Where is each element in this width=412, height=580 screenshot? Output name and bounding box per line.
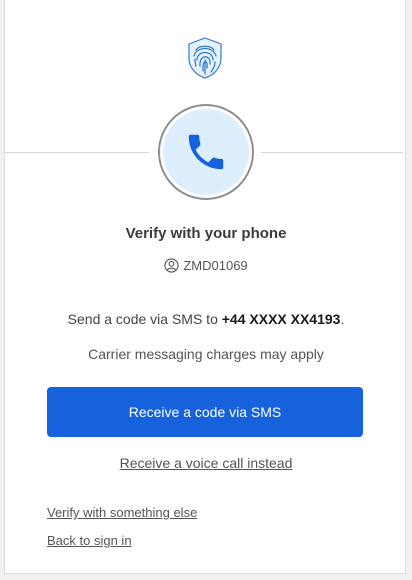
verification-card: Verify with your phone ZMD01069 Send a c…: [4, 0, 406, 574]
phone-icon: [163, 109, 249, 195]
back-to-sign-in-link[interactable]: Back to sign in: [47, 533, 132, 548]
receive-sms-code-button[interactable]: Receive a code via SMS: [47, 387, 363, 437]
send-instruction: Send a code via SMS to +44 XXXX XX4193.: [5, 311, 407, 327]
page-title: Verify with your phone: [125, 225, 287, 242]
phone-badge: [158, 104, 254, 200]
username-row: ZMD01069: [5, 258, 407, 276]
send-prefix: Send a code via SMS to: [67, 311, 222, 327]
user-icon: [164, 258, 179, 276]
divider-left: [5, 152, 149, 153]
send-suffix: .: [340, 311, 345, 327]
voice-call-row: Receive a voice call instead: [5, 455, 407, 471]
verify-with-something-else-link[interactable]: Verify with something else: [47, 505, 197, 520]
username: ZMD01069: [183, 258, 248, 273]
carrier-note: Carrier messaging charges may apply: [88, 346, 324, 362]
phone-number: +44 XXXX XX4193: [221, 311, 341, 327]
voice-call-link[interactable]: Receive a voice call instead: [120, 455, 293, 471]
divider-right: [261, 152, 403, 153]
fingerprint-shield-icon: [186, 36, 224, 80]
